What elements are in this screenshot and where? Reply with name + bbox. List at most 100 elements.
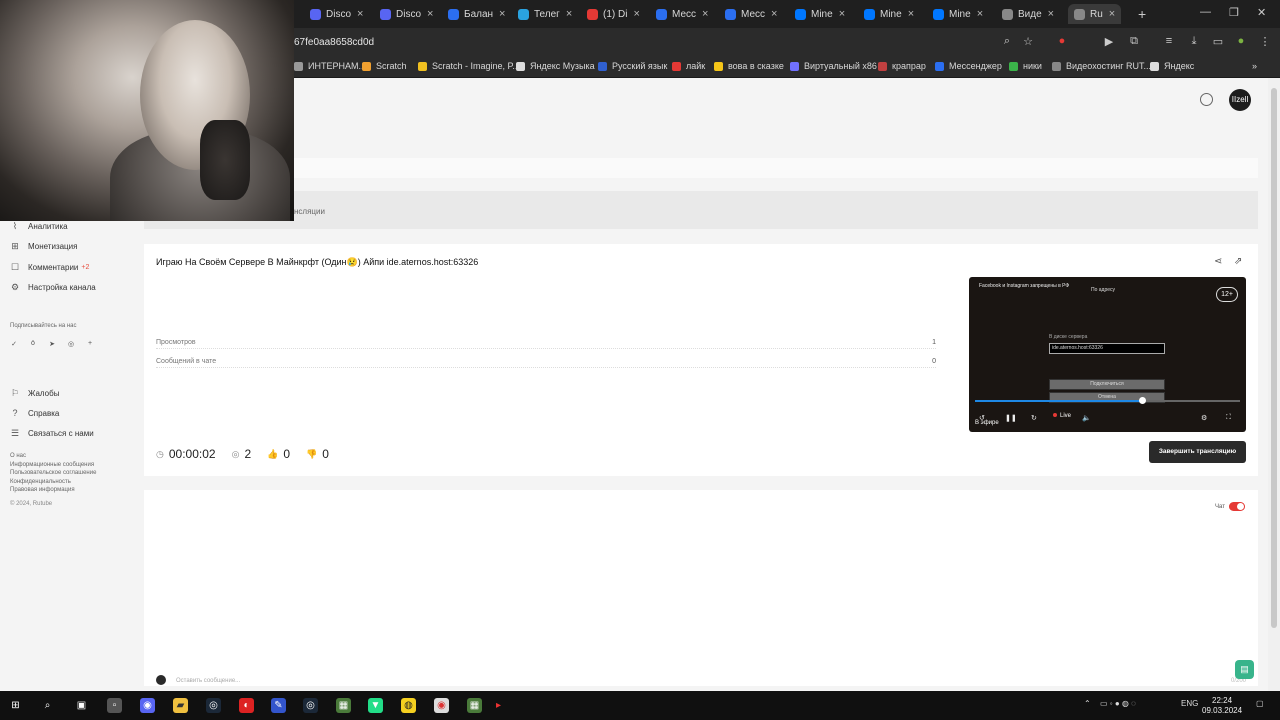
browser-tab[interactable]: Виде ×: [1002, 4, 1054, 24]
live-indicator[interactable]: Live: [1053, 413, 1071, 419]
browser-tab[interactable]: Mine ×: [933, 4, 983, 24]
breadcrumb-label[interactable]: нсляции: [294, 207, 325, 216]
bookmark-item[interactable]: Scratch: [362, 61, 407, 71]
bookmarks-more-icon[interactable]: »: [1252, 61, 1257, 71]
tab-close-icon[interactable]: ×: [702, 8, 708, 20]
chat-message-input[interactable]: Оставить сообщение...: [176, 678, 240, 684]
extension-icon[interactable]: ●: [1055, 35, 1069, 49]
browser-tab[interactable]: Mine ×: [795, 4, 845, 24]
start-icon[interactable]: ⊞: [8, 698, 23, 713]
extensions-icon[interactable]: ⧉: [1127, 35, 1141, 49]
search-icon[interactable]: ⌕: [1000, 35, 1014, 49]
chat-fab-icon[interactable]: ▤: [1235, 660, 1254, 679]
sidebar-item[interactable]: ⌇ Аналитика: [10, 221, 68, 231]
player-progress[interactable]: [975, 397, 1240, 404]
vk-icon[interactable]: ✓: [10, 340, 18, 348]
tab-close-icon[interactable]: ×: [1109, 8, 1115, 20]
browser-tab[interactable]: Disco ×: [380, 4, 433, 24]
tab-close-icon[interactable]: ×: [1048, 8, 1054, 20]
tab-close-icon[interactable]: ×: [839, 8, 845, 20]
volume-icon[interactable]: 🔈: [1082, 414, 1091, 422]
scrollbar[interactable]: [1268, 78, 1280, 691]
app-icon-6[interactable]: ▸: [491, 698, 506, 713]
search-taskbar-icon[interactable]: ⌕: [40, 698, 55, 713]
bookmark-item[interactable]: Виртуальный х86: [790, 61, 877, 71]
tab-close-icon[interactable]: ×: [771, 8, 777, 20]
minecraft-icon-2[interactable]: ▦: [467, 698, 482, 713]
browser-tab[interactable]: Mine ×: [864, 4, 914, 24]
browser-tab[interactable]: (1) Di ×: [587, 4, 640, 24]
menu-icon[interactable]: ⋮: [1258, 35, 1272, 49]
share-icon[interactable]: ⋖: [1214, 256, 1222, 267]
url-field[interactable]: 67fe0aa8658cd0d: [294, 37, 374, 48]
telegram-icon[interactable]: ➤: [48, 340, 56, 348]
tab-close-icon[interactable]: ×: [977, 8, 983, 20]
browser-tab[interactable]: Месс ×: [656, 4, 708, 24]
close-window-icon[interactable]: ✕: [1257, 6, 1266, 19]
folder-icon[interactable]: ▰: [173, 698, 188, 713]
discord-icon[interactable]: ◉: [140, 698, 155, 713]
chrome-icon[interactable]: ◉: [434, 698, 449, 713]
footer-link[interactable]: О нас: [10, 452, 96, 461]
playlist-icon[interactable]: ≡: [1162, 35, 1176, 49]
bookmark-item[interactable]: Scratch - Imagine, P...: [418, 61, 520, 71]
footer-link[interactable]: Пользовательское соглашение: [10, 469, 96, 478]
browser-tab[interactable]: Месс ×: [725, 4, 777, 24]
new-tab-button[interactable]: +: [1138, 6, 1146, 22]
footer-link[interactable]: Информационные сообщения: [10, 461, 96, 470]
maximize-icon[interactable]: ❐: [1229, 6, 1239, 19]
profile-icon[interactable]: ●: [1234, 35, 1248, 49]
sidebar-item[interactable]: ☐ Комментарии +2: [10, 262, 89, 272]
app-icon-5[interactable]: ◍: [401, 698, 416, 713]
scrollbar-thumb[interactable]: [1271, 88, 1277, 628]
video-player[interactable]: Facebook и Instagram запрещены в РФ 12+ …: [969, 277, 1246, 432]
browser-tab[interactable]: Балан ×: [448, 4, 505, 24]
sidebar-support-item[interactable]: ⚐ Жалобы: [10, 388, 60, 398]
browser-tab[interactable]: Ru ×: [1068, 4, 1122, 24]
pause-icon[interactable]: ❚❚: [1005, 414, 1017, 422]
progress-knob[interactable]: [1138, 397, 1146, 404]
minecraft-icon[interactable]: ▦: [336, 698, 351, 713]
footer-link[interactable]: Правовая информация: [10, 486, 96, 495]
bookmark-item[interactable]: Яндекс: [1150, 61, 1194, 71]
sidebar-support-item[interactable]: ? Справка: [10, 408, 59, 418]
bookmark-item[interactable]: лайк: [672, 61, 705, 71]
bookmark-item[interactable]: ники: [1009, 61, 1042, 71]
end-stream-button[interactable]: Завершить трансляцию: [1149, 441, 1246, 463]
app-icon-4[interactable]: ▼: [368, 698, 383, 713]
sidepanel-icon[interactable]: ▭: [1211, 35, 1225, 49]
bookmark-item[interactable]: Яндекс Музыка: [516, 61, 595, 71]
fullscreen-icon[interactable]: ⛶: [1226, 414, 1231, 422]
tab-close-icon[interactable]: ×: [357, 8, 363, 20]
bookmark-item[interactable]: крапрар: [878, 61, 926, 71]
bookmark-item[interactable]: Русский язык: [598, 61, 667, 71]
app-icon-1[interactable]: ▫: [107, 698, 122, 713]
tray-lang[interactable]: ENG: [1181, 699, 1198, 708]
whatsapp-icon[interactable]: ◎: [67, 340, 75, 348]
tab-close-icon[interactable]: ×: [908, 8, 914, 20]
task-view-icon[interactable]: ▣: [74, 698, 89, 713]
sidebar-item[interactable]: ⚙ Настройка канала: [10, 282, 96, 292]
external-link-icon[interactable]: ⇗: [1234, 256, 1242, 267]
bookmark-item[interactable]: Мессенджер: [935, 61, 1002, 71]
tab-close-icon[interactable]: ×: [499, 8, 505, 20]
app-icon-2[interactable]: ◐: [239, 698, 254, 713]
steam-icon-2[interactable]: ◎: [303, 698, 318, 713]
upload-icon[interactable]: [1200, 93, 1213, 106]
tab-close-icon[interactable]: ×: [566, 8, 572, 20]
tab-close-icon[interactable]: ×: [633, 8, 639, 20]
download-icon[interactable]: ⤓: [1187, 35, 1201, 49]
notifications-icon[interactable]: ▢: [1256, 699, 1264, 708]
browser-tab[interactable]: Disco ×: [310, 4, 363, 24]
play-icon[interactable]: ▶: [1102, 35, 1116, 49]
sidebar-support-item[interactable]: ☰ Связаться с нами: [10, 428, 94, 438]
more-icon[interactable]: +: [86, 340, 94, 348]
tray-chevron-icon[interactable]: ⌃: [1084, 699, 1091, 708]
tray-icons[interactable]: ▭ ◦ ● ◍ ◌: [1100, 699, 1136, 708]
bookmark-item[interactable]: вова в сказке: [714, 61, 784, 71]
minimize-icon[interactable]: —: [1200, 6, 1211, 18]
settings-icon[interactable]: ⚙: [1201, 414, 1207, 422]
bookmark-item[interactable]: Видеохостинг RUT...: [1052, 61, 1151, 71]
star-icon[interactable]: ☆: [1021, 35, 1035, 49]
footer-link[interactable]: Конфиденциальность: [10, 478, 96, 487]
